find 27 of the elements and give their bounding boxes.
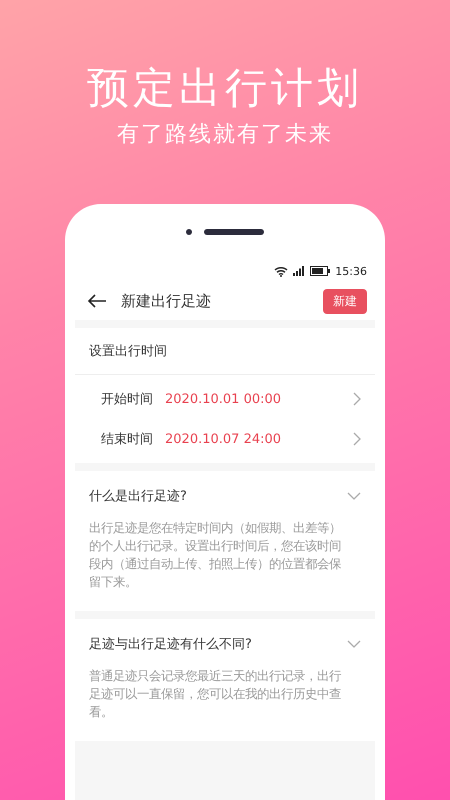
time-label: 结束时间 (101, 431, 153, 448)
time-value: 2020.10.01 00:00 (165, 392, 282, 406)
status-time: 15:36 (335, 264, 367, 278)
time-row[interactable]: 开始时间 2020.10.01 00:00 (75, 379, 375, 419)
time-value: 2020.10.07 24:00 (165, 432, 282, 446)
time-label: 开始时间 (101, 391, 153, 408)
chevron-down-icon (347, 640, 361, 648)
back-arrow-icon (87, 294, 107, 308)
chevron-right-icon (353, 392, 361, 406)
faq-answer: 出行足迹是您在特定时间内（如假期、出差等）的个人出行记录。设置出行时间后，您在该时间段内（通过自动上传、拍照上传）的位置都会保留下来。 (89, 519, 342, 591)
create-button[interactable]: 新建 (323, 288, 367, 314)
headline: 预定出行计划 (87, 62, 363, 114)
back-button[interactable] (87, 294, 107, 308)
faq-answer: 普通足迹只会记录您最近三天的出行记录，出行足迹可以一直保留，您可以在我的出行历史中查看。 (89, 667, 342, 721)
subtitle: 有了路线就有了未来 (117, 121, 333, 149)
faq-question[interactable]: 足迹与出行足迹有什么不同? (89, 631, 361, 657)
page-title: 新建出行足迹 (121, 292, 212, 310)
wifi-icon (274, 266, 288, 276)
camera-dot (186, 229, 192, 235)
chevron-right-icon (353, 432, 361, 446)
signal-icon (293, 266, 306, 276)
faq-question[interactable]: 什么是出行足迹? (89, 483, 361, 509)
chevron-down-icon (347, 492, 361, 500)
time-row[interactable]: 结束时间 2020.10.07 24:00 (75, 419, 375, 459)
battery-icon (310, 266, 330, 276)
section-title: 设置出行时间 (75, 328, 375, 375)
speaker-slot (204, 229, 264, 235)
